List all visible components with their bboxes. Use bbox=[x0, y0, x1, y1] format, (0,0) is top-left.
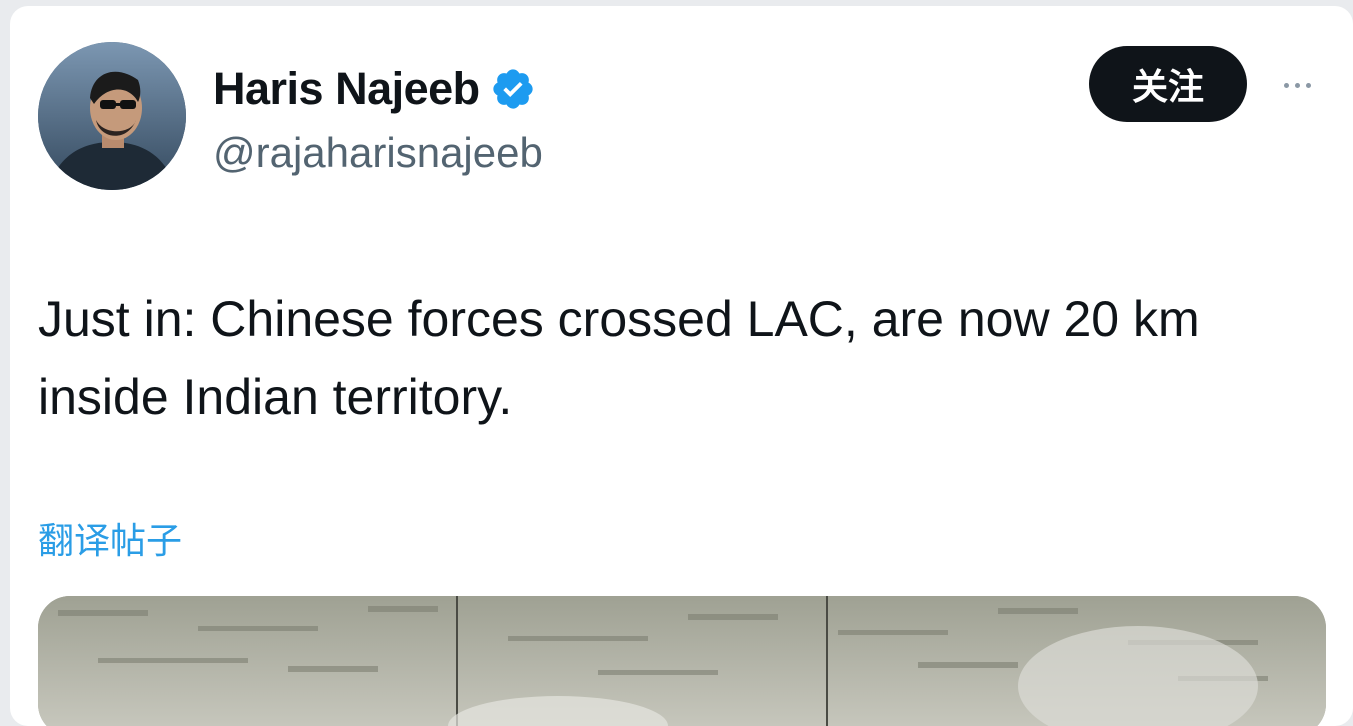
user-meta: Haris Najeeb @rajaharisnajeeb bbox=[213, 64, 543, 176]
more-dot bbox=[1294, 82, 1300, 88]
post-text: Just in: Chinese forces crossed LAC, are… bbox=[38, 291, 1200, 425]
more-options-icon[interactable] bbox=[1272, 70, 1322, 100]
name-row: Haris Najeeb bbox=[213, 64, 543, 114]
more-dot bbox=[1305, 82, 1311, 88]
avatar[interactable] bbox=[38, 42, 186, 190]
follow-button[interactable]: 关注 bbox=[1089, 46, 1247, 122]
user-handle[interactable]: @rajaharisnajeeb bbox=[213, 130, 543, 176]
post-card[interactable]: Haris Najeeb @rajaharisnajeeb 关注 Just in… bbox=[10, 6, 1353, 726]
verified-badge-icon bbox=[490, 66, 536, 112]
media-image bbox=[38, 596, 1326, 726]
post-media-image[interactable] bbox=[38, 596, 1326, 726]
display-name[interactable]: Haris Najeeb bbox=[213, 64, 480, 114]
more-dot bbox=[1283, 82, 1289, 88]
translate-post-link[interactable]: 翻译帖子 bbox=[38, 512, 182, 564]
avatar-image bbox=[38, 42, 186, 190]
